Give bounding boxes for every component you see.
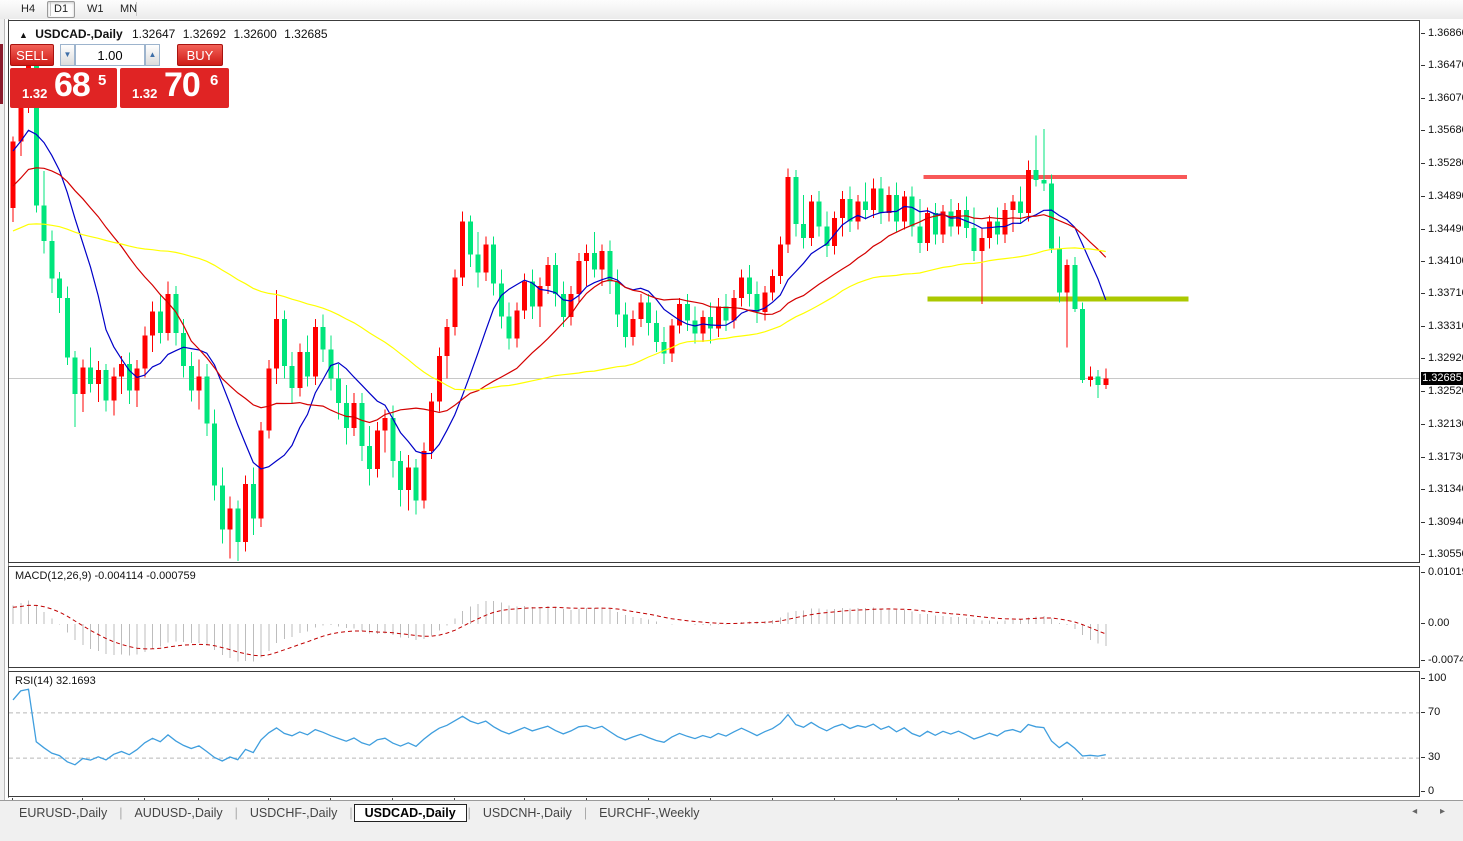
rsi-axis-label: 100 [1428, 672, 1446, 684]
buy-button[interactable]: BUY [177, 44, 223, 66]
axis-tick [1421, 757, 1425, 758]
chart-window: ▲ USDCAD-,Daily 1.32647 1.32692 1.32600 … [0, 19, 1463, 819]
buy-price-box[interactable]: 1.32 70 6 [120, 68, 229, 108]
rsi-indicator-panel[interactable]: RSI(14) 32.1693 [8, 671, 1420, 797]
macd-canvas[interactable] [9, 567, 1419, 667]
rsi-axis-label: 30 [1428, 751, 1440, 763]
rsi-axis-label: 70 [1428, 706, 1440, 718]
ohlc-low: 1.32600 [233, 27, 276, 41]
axis-tick [1421, 163, 1425, 164]
axis-tick [1421, 261, 1425, 262]
axis-tick [1421, 229, 1425, 230]
price-axis-label: 1.34890 [1428, 190, 1463, 202]
macd-signal-line [13, 605, 1106, 656]
toolbar-separator [50, 2, 51, 16]
axis-tick [1421, 98, 1425, 99]
axis-tick [1421, 33, 1425, 34]
axis-tick [1421, 572, 1425, 573]
axis-tick [1421, 489, 1425, 490]
timeframe-button-h4[interactable]: H4 [14, 1, 42, 18]
tab-scroll-left-icon[interactable]: ◂ [1412, 806, 1427, 817]
macd-axis-label: 0.010199 [1428, 566, 1463, 578]
axis-tick [1421, 522, 1425, 523]
price-axis-label: 1.33310 [1428, 320, 1463, 332]
timeframe-button-d1[interactable]: D1 [47, 1, 75, 18]
price-axis-label: 1.31730 [1428, 451, 1463, 463]
ohlc-high: 1.32692 [183, 27, 226, 41]
tab-eurusddaily[interactable]: EURUSD-,Daily [8, 804, 118, 822]
axis-tick [1421, 660, 1425, 661]
tab-usdcnhdaily[interactable]: USDCNH-,Daily [472, 804, 583, 822]
price-axis-label: 1.30550 [1428, 548, 1463, 560]
rsi-axis-label: 0 [1428, 785, 1434, 797]
buy-price-big: 70 [164, 66, 200, 105]
axis-tick [1421, 391, 1425, 392]
tab-usdcaddaily[interactable]: USDCAD-,Daily [354, 804, 467, 822]
axis-tick [1421, 791, 1425, 792]
chart-header: ▲ USDCAD-,Daily 1.32647 1.32692 1.32600 … [19, 27, 332, 41]
price-axis-label: 1.36470 [1428, 59, 1463, 71]
price-axis-label: 1.36860 [1428, 27, 1463, 39]
docked-panel-edge [0, 44, 3, 104]
macd-axis-label: -0.007476 [1428, 654, 1463, 666]
rsi-label: RSI(14) 32.1693 [15, 675, 96, 687]
volume-decrease-button[interactable]: ▼ [60, 44, 75, 66]
toolbar-separator [136, 2, 137, 16]
one-click-trade-panel: SELL ▼ ▲ BUY 1.32 68 5 1.32 70 6 [10, 44, 229, 108]
axis-tick [1421, 424, 1425, 425]
volume-increase-button[interactable]: ▲ [145, 44, 160, 66]
sell-button[interactable]: SELL [10, 44, 54, 66]
timeframe-toolbar: H4 D1 W1MN [0, 0, 1463, 20]
sell-price-box[interactable]: 1.32 68 5 [10, 68, 117, 108]
axis-tick [1421, 326, 1425, 327]
axis-tick [1421, 457, 1425, 458]
collapse-icon[interactable]: ▲ [19, 30, 28, 40]
macd-histogram [13, 601, 1106, 662]
macd-label: MACD(12,26,9) -0.004114 -0.000759 [15, 570, 196, 582]
axis-tick [1421, 623, 1425, 624]
price-axis-label: 1.32130 [1428, 418, 1463, 430]
buy-price-sup: 6 [210, 72, 218, 89]
tab-usdchfdaily[interactable]: USDCHF-,Daily [239, 804, 349, 822]
axis-tick [1421, 678, 1425, 679]
axis-tick [1421, 130, 1425, 131]
price-axis-label: 1.36070 [1428, 92, 1463, 104]
timeframe-button-w1[interactable]: W1 [80, 1, 111, 18]
chart-title: USDCAD-,Daily [35, 27, 122, 41]
price-axis-label: 1.35280 [1428, 157, 1463, 169]
price-axis[interactable]: 1.36860 1.36470 1.36070 1.35680 1.35280 1.348… [1421, 19, 1463, 819]
axis-tick [1421, 358, 1425, 359]
buy-price-prefix: 1.32 [132, 86, 157, 101]
axis-tick [1421, 65, 1425, 66]
sell-price-sup: 5 [98, 72, 106, 89]
price-axis-label: 1.35680 [1428, 124, 1463, 136]
price-axis-label: 1.30940 [1428, 516, 1463, 528]
sell-price-big: 68 [54, 66, 90, 105]
candlestick-series [11, 50, 1109, 560]
axis-tick [1421, 554, 1425, 555]
price-axis-label: 1.33710 [1428, 287, 1463, 299]
macd-axis-label: 0.00 [1428, 617, 1449, 629]
tab-scroll-right-icon[interactable]: ▸ [1440, 806, 1455, 817]
current-price-tag: 1.32685 [1421, 372, 1463, 385]
chart-tab-bar: EURUSD-,Daily|AUDUSD-,Daily|USDCHF-,Dail… [0, 800, 1463, 823]
ohlc-close: 1.32685 [284, 27, 327, 41]
axis-tick [1421, 196, 1425, 197]
price-axis-label: 1.32920 [1428, 352, 1463, 364]
sell-price-prefix: 1.32 [22, 86, 47, 101]
price-axis-label: 1.32520 [1428, 385, 1463, 397]
price-axis-label: 1.31340 [1428, 483, 1463, 495]
macd-indicator-panel[interactable]: MACD(12,26,9) -0.004114 -0.000759 [8, 566, 1420, 668]
volume-input[interactable] [75, 44, 145, 66]
timeframe-button-mn[interactable]: MN [113, 1, 144, 18]
rsi-canvas[interactable] [9, 672, 1419, 796]
price-axis-label: 1.34100 [1428, 255, 1463, 267]
rsi-line [13, 689, 1106, 765]
price-axis-label: 1.34490 [1428, 223, 1463, 235]
ohlc-open: 1.32647 [132, 27, 175, 41]
tab-audusddaily[interactable]: AUDUSD-,Daily [123, 804, 233, 822]
axis-tick [1421, 712, 1425, 713]
tab-eurchfweekly[interactable]: EURCHF-,Weekly [588, 804, 710, 822]
axis-tick [1421, 293, 1425, 294]
